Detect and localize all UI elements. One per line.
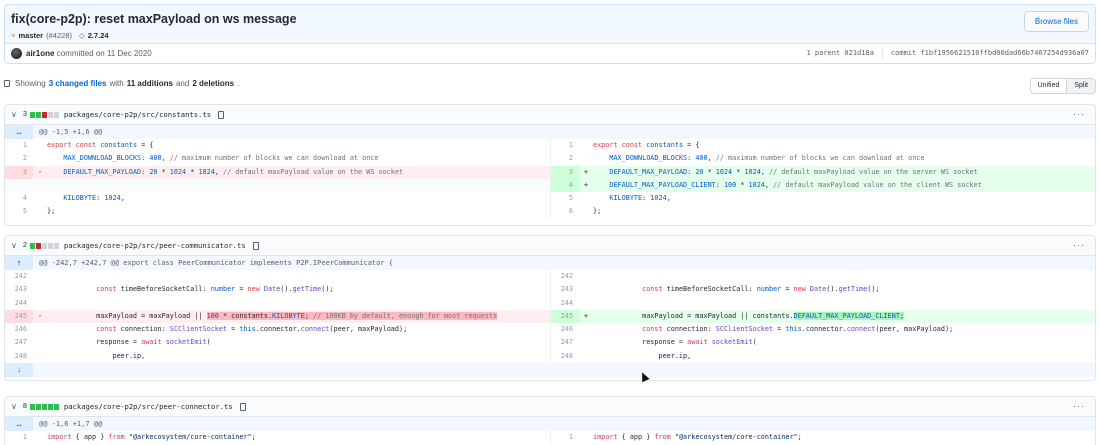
file-path[interactable]: packages/core-p2p/src/peer-connector.ts bbox=[64, 402, 233, 411]
chevron-down-icon[interactable]: ∨ bbox=[11, 110, 19, 119]
unified-button[interactable]: Unified bbox=[1030, 79, 1067, 93]
hunk-text: @@ -1,6 +1,7 @@ bbox=[39, 420, 103, 428]
tag-name[interactable]: 2.7.24 bbox=[88, 31, 109, 40]
diff-summary: Showing 3 changed files with 11 addition… bbox=[4, 79, 239, 88]
expand-up-icon[interactable]: ↑ bbox=[5, 256, 33, 270]
browse-files-button[interactable]: Browse files bbox=[1023, 11, 1089, 32]
file-diff-constants: ∨ 3 packages/core-p2p/src/constants.ts ·… bbox=[4, 104, 1096, 226]
summary-with: with bbox=[109, 79, 124, 88]
expand-bottom: ↓ bbox=[5, 363, 1095, 378]
split-button[interactable]: Split bbox=[1066, 79, 1095, 93]
summary-prefix: Showing bbox=[15, 79, 46, 88]
file-path[interactable]: packages/core-p2p/src/constants.ts bbox=[64, 110, 211, 119]
commit-header: fix(core-p2p): reset maxPayload on ws me… bbox=[4, 4, 1096, 64]
file-options-icon[interactable]: ··· bbox=[1073, 109, 1085, 119]
hunk-text: @@ -242,7 +242,7 @@ export class PeerCom… bbox=[39, 259, 394, 267]
divider bbox=[881, 49, 883, 59]
summary-period: . bbox=[237, 79, 240, 88]
file-diff-peer-communicator: ∨ 2 packages/core-p2p/src/peer-communica… bbox=[4, 235, 1096, 381]
tag-icon: ◇ bbox=[78, 31, 85, 40]
copy-path-icon[interactable] bbox=[239, 402, 246, 411]
summary-and: and bbox=[175, 79, 190, 88]
hunk-text: @@ -1,5 +1,6 @@ bbox=[39, 128, 103, 136]
file-change-count: 3 bbox=[23, 111, 27, 118]
expand-down-icon[interactable]: ↓ bbox=[5, 363, 33, 378]
commit-sha: commit f1bf1956621510ffbd00dad66b7467254… bbox=[890, 49, 1089, 57]
commit-title-area: fix(core-p2p): reset maxPayload on ws me… bbox=[5, 5, 1095, 44]
parent-sha[interactable]: 1 parent 021d18a bbox=[806, 49, 873, 59]
avatar[interactable] bbox=[11, 48, 22, 59]
expand-icon[interactable]: … bbox=[5, 417, 33, 431]
file-options-icon[interactable]: ··· bbox=[1073, 401, 1085, 411]
hunk-header: … @@ -1,6 +1,7 @@ bbox=[5, 417, 1095, 431]
diff-view-toggle: Unified Split bbox=[1029, 78, 1096, 94]
commit-title: fix(core-p2p): reset maxPayload on ws me… bbox=[11, 12, 297, 26]
author-line: air1one committed on 11 Dec 2020 bbox=[26, 49, 152, 58]
diffstat-bars bbox=[29, 111, 59, 118]
hunk-header: … @@ -1,5 +1,6 @@ bbox=[5, 125, 1095, 139]
copy-path-icon[interactable] bbox=[218, 110, 225, 119]
diffstat-bars bbox=[29, 242, 59, 249]
file-header: ∨ 2 packages/core-p2p/src/peer-communica… bbox=[5, 236, 1095, 256]
additions-count: 11 additions bbox=[126, 79, 173, 88]
chevron-down-icon[interactable]: ∨ bbox=[11, 241, 19, 250]
file-change-count: 8 bbox=[23, 403, 27, 410]
commit-author-bar: air1one committed on 11 Dec 2020 1 paren… bbox=[5, 44, 1095, 63]
file-diff-peer-connector: ∨ 8 packages/core-p2p/src/peer-connector… bbox=[4, 396, 1096, 445]
file-change-count: 2 bbox=[23, 242, 27, 249]
file-header: ∨ 8 packages/core-p2p/src/peer-connector… bbox=[5, 397, 1095, 417]
file-path[interactable]: packages/core-p2p/src/peer-communicator.… bbox=[64, 241, 246, 250]
committed-date: committed on 11 Dec 2020 bbox=[56, 49, 152, 58]
chevron-down-icon[interactable]: ∨ bbox=[11, 402, 19, 411]
hunk-header: ↑ @@ -242,7 +242,7 @@ export class PeerC… bbox=[5, 256, 1095, 270]
changed-files-link[interactable]: 3 changed files bbox=[49, 79, 107, 88]
deletions-count: 2 deletions bbox=[192, 79, 235, 88]
file-header: ∨ 3 packages/core-p2p/src/constants.ts ·… bbox=[5, 105, 1095, 125]
author-name[interactable]: air1one bbox=[26, 49, 54, 58]
branch-icon: ⑂ bbox=[11, 31, 16, 40]
file-options-icon[interactable]: ··· bbox=[1073, 240, 1085, 250]
commit-meta: ⑂ master (#4228) ◇ 2.7.24 bbox=[11, 31, 109, 40]
parent-info: 1 parent 021d18a commit f1bf1956621510ff… bbox=[806, 49, 1089, 59]
file-diff-icon[interactable] bbox=[4, 80, 10, 87]
expand-icon[interactable]: … bbox=[5, 125, 33, 139]
diffstat-bars bbox=[29, 403, 59, 410]
copy-path-icon[interactable] bbox=[252, 241, 259, 250]
pr-number[interactable]: (#4228) bbox=[46, 31, 72, 40]
branch-name[interactable]: master bbox=[19, 31, 44, 40]
